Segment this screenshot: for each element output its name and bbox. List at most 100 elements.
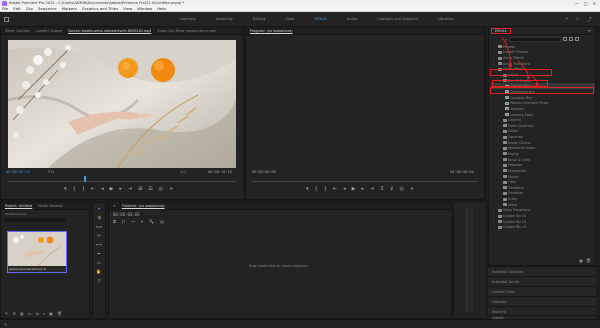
program-go-to-out-icon[interactable]: ⇥ <box>370 186 374 192</box>
menu-view[interactable]: View <box>123 6 132 11</box>
workspace-menu-icon[interactable]: » <box>565 16 568 23</box>
source-timecode-current[interactable]: 00:00:03:18 <box>6 170 30 174</box>
workspace-audio[interactable]: Audio <box>347 17 357 21</box>
menu-sequence[interactable]: Sequence <box>38 6 57 11</box>
tab-project[interactable]: Project: Untitled <box>5 204 32 208</box>
step-forward-icon[interactable]: ▸ <box>119 186 122 192</box>
add-marker-icon[interactable]: ▾ <box>64 186 67 192</box>
export-frame-icon[interactable]: ◎ <box>159 186 163 192</box>
workspace-assembly[interactable]: Assembly <box>216 17 233 21</box>
source-timeline-ruler[interactable] <box>8 178 236 182</box>
tab-lumetri-scopes[interactable]: Lumetri Scopes <box>36 29 62 33</box>
source-video-frame[interactable] <box>8 40 236 168</box>
menu-file[interactable]: File <box>2 6 8 11</box>
pen-tool-icon[interactable]: ✒ <box>97 251 101 256</box>
rectangle-tool-icon[interactable]: ▭ <box>97 260 101 265</box>
effects-tree-item[interactable]: › Custom Bin 03 <box>491 225 595 231</box>
program-play-icon[interactable]: ▶ <box>352 186 356 192</box>
workspace-captions[interactable]: Captions and Graphics <box>377 17 418 21</box>
workspace-learning[interactable]: Learning <box>180 17 196 21</box>
ripple-edit-tool-icon[interactable]: ⟺ <box>96 224 102 229</box>
timeline-close-icon[interactable]: ✕ <box>113 204 116 208</box>
find-icon[interactable]: ⌕ <box>43 311 45 316</box>
maximize-button[interactable]: □ <box>584 1 588 6</box>
panel-essential-graphics[interactable]: Essential Graphics <box>488 266 596 276</box>
step-back-icon[interactable]: ◂ <box>101 186 104 192</box>
selection-tool-icon[interactable]: ➤ <box>97 206 101 211</box>
razor-tool-icon[interactable]: ✂ <box>97 233 101 238</box>
close-button[interactable]: ✕ <box>593 1 596 6</box>
overwrite-icon[interactable]: ⊟ <box>148 186 152 192</box>
clip-thumbnail[interactable]: pexels-anna-nekrashevich-8... <box>7 231 67 273</box>
menu-edit[interactable]: Edit <box>13 6 20 11</box>
go-to-in-icon[interactable]: ⇤ <box>91 186 95 192</box>
tab-timeline[interactable]: Timeline: (no sequences) <box>122 204 165 208</box>
delete-icon[interactable]: 🗑 <box>57 311 62 316</box>
menu-clip[interactable]: Clip <box>26 6 33 11</box>
mark-out-icon[interactable]: } <box>82 186 85 192</box>
status-pencil-icon[interactable]: ✎ <box>4 322 7 327</box>
snap-icon[interactable]: ⋂ <box>122 219 125 224</box>
pencil-icon[interactable]: ✎ <box>5 311 8 316</box>
tab-media-browser[interactable]: Media Browser <box>38 204 63 208</box>
effects-search-input[interactable] <box>509 36 562 42</box>
menu-help[interactable]: Help <box>157 6 166 11</box>
lift-icon[interactable]: ⊼ <box>380 186 384 192</box>
go-to-out-icon[interactable]: ⇥ <box>128 186 132 192</box>
timeline-timecode[interactable]: 00:00:00:00 <box>113 212 451 217</box>
tab-program[interactable]: Program: (no sequences) <box>250 29 293 33</box>
delete-bin-icon[interactable]: 🗑 <box>586 258 591 263</box>
tab-effect-controls[interactable]: Effect Controls <box>5 29 30 33</box>
tab-effects[interactable]: Effects <box>491 27 511 34</box>
list-view-icon[interactable]: ☰ <box>12 311 16 316</box>
program-add-button-icon[interactable]: + <box>410 186 414 192</box>
hand-tool-icon[interactable]: ✋ <box>96 269 101 275</box>
effects-panel-menu-icon[interactable]: ≡ <box>588 28 591 33</box>
menu-markers[interactable]: Markers <box>62 6 77 11</box>
workspace-libraries[interactable]: Libraries <box>438 17 454 21</box>
workspace-editing[interactable]: Editing <box>253 17 266 21</box>
tab-audio-clip-mixer[interactable]: Audio Clip Mixer: pexels-anna-nekr <box>157 29 216 33</box>
add-button-icon[interactable]: + <box>169 186 173 192</box>
tab-source[interactable]: Source: pexels-anna-nekrashevich-8055230… <box>68 29 151 33</box>
wrench-icon[interactable]: 🔧 <box>149 219 154 224</box>
program-go-to-in-icon[interactable]: ⇤ <box>333 186 337 192</box>
timeline-drop-placeholder[interactable]: Drop media here to create sequence. <box>249 264 309 268</box>
minimize-button[interactable]: — <box>575 1 579 6</box>
program-timecode-current[interactable]: 00:00:00:00 <box>252 170 276 174</box>
insert-icon[interactable]: ⊞ <box>138 186 142 192</box>
new-item-icon[interactable]: ⊕ <box>36 311 39 316</box>
new-custom-bin-icon[interactable]: ▣ <box>579 258 583 263</box>
source-fit-select[interactable]: Fit <box>48 170 55 174</box>
nest-icon[interactable]: ⧉ <box>113 219 116 224</box>
yuv-effects-icon[interactable] <box>575 37 580 41</box>
accelerated-effects-icon[interactable] <box>563 37 568 41</box>
new-bin-icon[interactable]: ▭ <box>28 311 32 316</box>
captions-icon[interactable]: ▤ <box>160 219 164 224</box>
mark-in-icon[interactable]: { <box>73 186 76 192</box>
program-mark-in-icon[interactable]: { <box>315 186 318 192</box>
home-icon[interactable] <box>4 16 9 22</box>
play-icon[interactable]: ▶ <box>110 186 114 192</box>
linked-selection-icon[interactable]: ⊶ <box>131 219 135 224</box>
track-select-tool-icon[interactable]: ⇶ <box>97 215 101 220</box>
add-marker-timeline-icon[interactable]: ▾ <box>141 219 143 224</box>
32bit-effects-icon[interactable] <box>569 37 574 41</box>
program-step-back-icon[interactable]: ◂ <box>343 186 346 192</box>
type-tool-icon[interactable]: T <box>98 279 101 284</box>
quick-export-icon[interactable]: ⤴ <box>587 16 592 23</box>
program-add-marker-icon[interactable]: ▾ <box>306 186 309 192</box>
panel-lumetri-color[interactable]: Lumetri Color <box>488 286 596 296</box>
panel-libraries[interactable]: Libraries <box>488 296 596 306</box>
icon-view-icon[interactable]: ▦ <box>20 311 24 316</box>
project-search-input[interactable] <box>5 218 65 222</box>
workspace-color[interactable]: Color <box>285 17 294 21</box>
extract-icon[interactable]: ⊻ <box>390 186 394 192</box>
source-scale-select[interactable]: 1/2 <box>180 170 187 174</box>
workspace-effects[interactable]: Effects <box>315 17 327 21</box>
program-export-frame-icon[interactable]: ◎ <box>400 186 404 192</box>
program-step-forward-icon[interactable]: ▸ <box>361 186 364 192</box>
program-timeline-ruler[interactable] <box>252 178 478 182</box>
search-icon[interactable]: ⌕ <box>576 16 579 23</box>
panel-essential-sound[interactable]: Essential Sound <box>488 276 596 286</box>
